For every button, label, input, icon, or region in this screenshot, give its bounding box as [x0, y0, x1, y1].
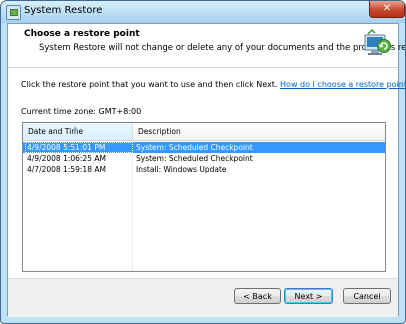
- system-restore-window: System Restore ✕ Choose a restore point …: [0, 0, 406, 324]
- table-row[interactable]: 4/9/2008 5:51:01 PM System: Scheduled Ch…: [23, 142, 385, 153]
- time-zone-label: Current time zone: GMT+8:00: [21, 107, 142, 116]
- restore-point-list[interactable]: ▲ Date and Time Description 4/9/2008 5:5…: [22, 122, 386, 272]
- table-row[interactable]: 4/7/2008 1:59:18 AM Install: Windows Upd…: [23, 164, 385, 175]
- instruction-label: Click the restore point that you want to…: [21, 80, 278, 89]
- page-title: Choose a restore point: [24, 29, 140, 39]
- list-header: ▲ Date and Time Description: [23, 123, 385, 141]
- row-description: System: Scheduled Checkpoint: [136, 154, 253, 163]
- next-button[interactable]: Next >: [284, 288, 333, 304]
- row-date: 4/7/2008 1:59:18 AM: [27, 165, 106, 174]
- column-header-date[interactable]: ▲ Date and Time: [23, 123, 133, 140]
- title-bar[interactable]: System Restore ✕: [1, 1, 405, 23]
- close-button[interactable]: ✕: [369, 1, 405, 18]
- sort-arrow-icon: ▲: [73, 125, 78, 132]
- window-title: System Restore: [24, 5, 103, 16]
- system-restore-app-icon: [6, 5, 21, 20]
- button-bar: [8, 278, 398, 317]
- system-restore-icon: [364, 28, 391, 55]
- wizard-body: Choose a restore point System Restore wi…: [7, 23, 405, 317]
- row-date: 4/9/2008 5:51:01 PM: [25, 142, 133, 153]
- back-button[interactable]: < Back: [234, 288, 281, 304]
- table-row[interactable]: 4/9/2008 1:06:25 AM System: Scheduled Ch…: [23, 153, 385, 164]
- row-date: 4/9/2008 1:06:25 AM: [27, 154, 106, 163]
- row-description: Install: Windows Update: [136, 165, 227, 174]
- row-description: System: Scheduled Checkpoint: [136, 143, 253, 152]
- instruction-text: Click the restore point that you want to…: [21, 80, 405, 89]
- column-description-label: Description: [138, 127, 181, 136]
- help-link[interactable]: How do I choose a restore point?: [280, 80, 405, 89]
- cancel-button[interactable]: Cancel: [343, 288, 391, 304]
- wizard-header: Choose a restore point System Restore wi…: [8, 24, 405, 68]
- column-header-description[interactable]: Description: [133, 123, 385, 140]
- page-subtitle: System Restore will not change or delete…: [39, 43, 406, 53]
